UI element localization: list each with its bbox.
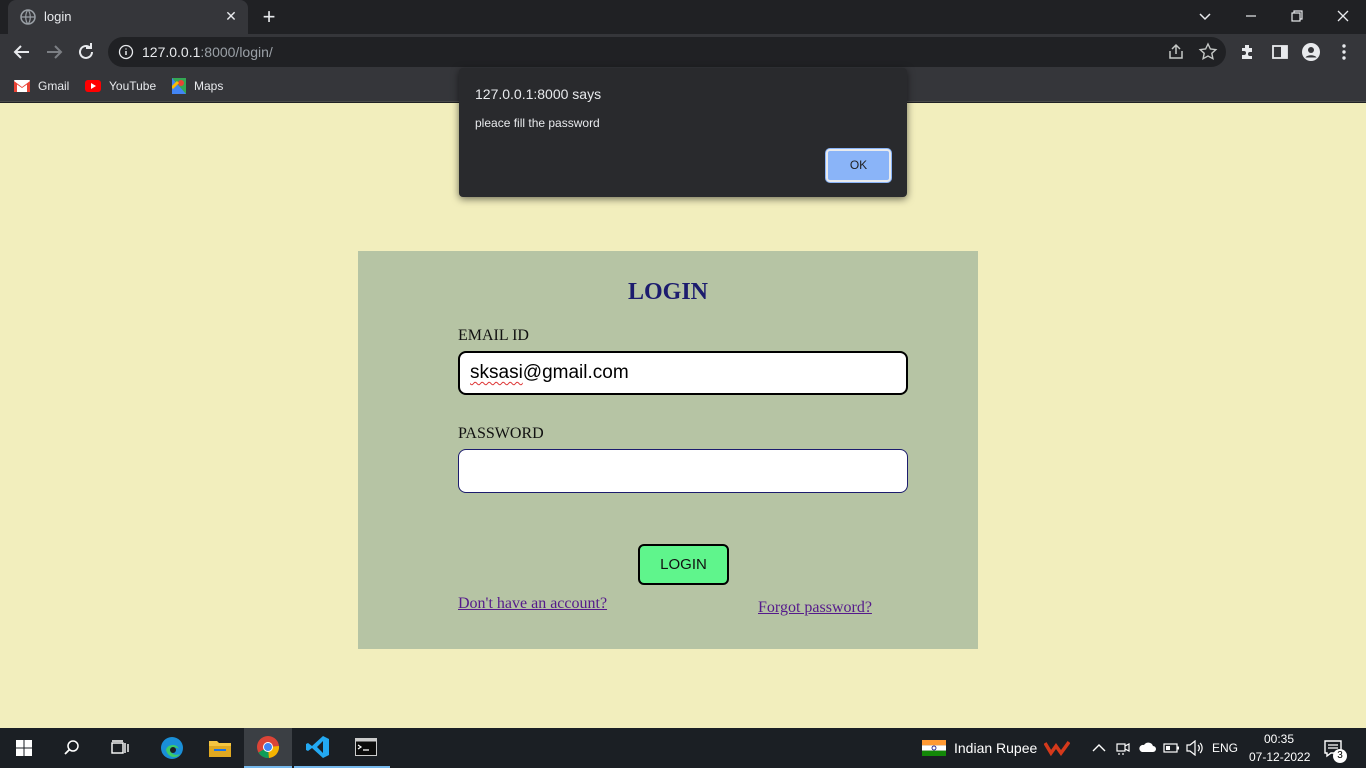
restore-icon — [1291, 10, 1303, 22]
restore-button[interactable] — [1274, 0, 1320, 32]
language-indicator[interactable]: ENG — [1212, 741, 1238, 755]
email-value-misspelled: sksasi — [470, 362, 523, 383]
email-label: EMAIL ID — [458, 327, 529, 344]
url-text: 127.0.0.1:8000/login/ — [142, 44, 273, 60]
clock-time[interactable]: 00:35 — [1264, 732, 1294, 746]
minimize-button[interactable] — [1228, 0, 1274, 32]
email-field[interactable]: sksasi@gmail.com — [458, 351, 908, 395]
india-flag-icon — [922, 740, 946, 756]
bookmark-label: Gmail — [38, 79, 70, 93]
bookmark-star-icon[interactable] — [1198, 42, 1218, 62]
chrome-icon — [257, 736, 280, 759]
forgot-password-link[interactable]: Forgot password? — [758, 599, 872, 617]
windows-logo-icon — [16, 740, 32, 756]
stock-trend-icon — [1044, 740, 1070, 756]
taskbar-vscode[interactable] — [294, 728, 342, 768]
taskbar-edge[interactable] — [148, 728, 196, 768]
maps-icon — [172, 78, 186, 94]
side-panel-icon[interactable] — [1270, 42, 1290, 62]
notification-count-badge: 3 — [1333, 749, 1347, 763]
bookmark-maps[interactable]: Maps — [172, 76, 223, 96]
meet-now-icon[interactable] — [1116, 740, 1130, 756]
windows-taskbar: Indian Rupee ENG 00:35 07-12-2022 3 — [0, 728, 1366, 768]
password-field[interactable] — [458, 449, 908, 493]
close-icon — [1337, 10, 1349, 22]
globe-icon — [20, 9, 36, 25]
site-info-icon[interactable] — [118, 44, 134, 60]
browser-tabstrip: login ✕ + — [0, 0, 1366, 34]
bookmark-youtube[interactable]: YouTube — [85, 76, 156, 96]
back-arrow-icon[interactable] — [10, 40, 34, 64]
menu-kebab-icon[interactable] — [1334, 42, 1354, 62]
login-title: LOGIN — [627, 279, 708, 305]
taskbar-chrome[interactable] — [244, 728, 292, 768]
start-button[interactable] — [0, 728, 48, 768]
minimize-icon — [1246, 15, 1256, 17]
address-bar[interactable]: 127.0.0.1:8000/login/ — [108, 37, 1226, 67]
reload-icon[interactable] — [74, 40, 98, 64]
edge-icon — [161, 737, 183, 759]
extensions-icon[interactable] — [1238, 42, 1258, 62]
taskbar-file-explorer[interactable] — [196, 728, 244, 768]
close-tab-icon[interactable]: ✕ — [222, 7, 240, 25]
task-view-button[interactable] — [96, 728, 144, 768]
search-button[interactable] — [48, 728, 96, 768]
dialog-title: 127.0.0.1:8000 says — [475, 86, 602, 102]
signup-link[interactable]: Don't have an account? — [458, 595, 607, 613]
chevron-down-icon — [1199, 13, 1211, 21]
alert-dialog: 127.0.0.1:8000 says pleace fill the pass… — [459, 68, 907, 197]
bookmark-label: YouTube — [109, 79, 157, 93]
forward-arrow-icon[interactable] — [42, 40, 66, 64]
tab-search-button[interactable] — [1182, 0, 1228, 32]
battery-icon[interactable] — [1163, 742, 1181, 754]
bookmark-label: Maps — [194, 79, 224, 93]
gmail-icon — [14, 80, 30, 92]
email-value-rest: @gmail.com — [522, 362, 629, 383]
terminal-icon — [355, 738, 377, 756]
clock-date[interactable]: 07-12-2022 — [1249, 750, 1310, 764]
task-view-icon — [111, 740, 129, 754]
dialog-message: pleace fill the password — [475, 116, 600, 130]
taskbar-terminal[interactable] — [342, 728, 390, 768]
login-card: LOGIN EMAIL ID sksasi@gmail.com PASSWORD… — [358, 251, 978, 649]
tab-title: login — [44, 9, 72, 24]
vscode-icon — [306, 736, 329, 758]
browser-toolbar: 127.0.0.1:8000/login/ — [0, 34, 1366, 70]
profile-icon[interactable] — [1301, 42, 1321, 62]
login-button[interactable]: LOGIN — [638, 544, 729, 585]
close-window-button[interactable] — [1320, 0, 1366, 32]
browser-tab-login[interactable]: login ✕ — [8, 0, 248, 34]
onedrive-cloud-icon[interactable] — [1138, 741, 1156, 753]
volume-icon[interactable] — [1186, 740, 1204, 756]
bookmark-gmail[interactable]: Gmail — [14, 76, 69, 96]
folder-icon — [209, 741, 231, 757]
youtube-icon — [85, 80, 101, 92]
password-label: PASSWORD — [458, 425, 544, 442]
search-icon — [64, 740, 79, 755]
share-icon[interactable] — [1166, 42, 1186, 62]
new-tab-button[interactable]: + — [258, 6, 280, 28]
currency-widget-label[interactable]: Indian Rupee — [954, 740, 1037, 756]
ok-button[interactable]: OK — [826, 149, 891, 182]
chevron-up-icon[interactable] — [1092, 742, 1106, 754]
